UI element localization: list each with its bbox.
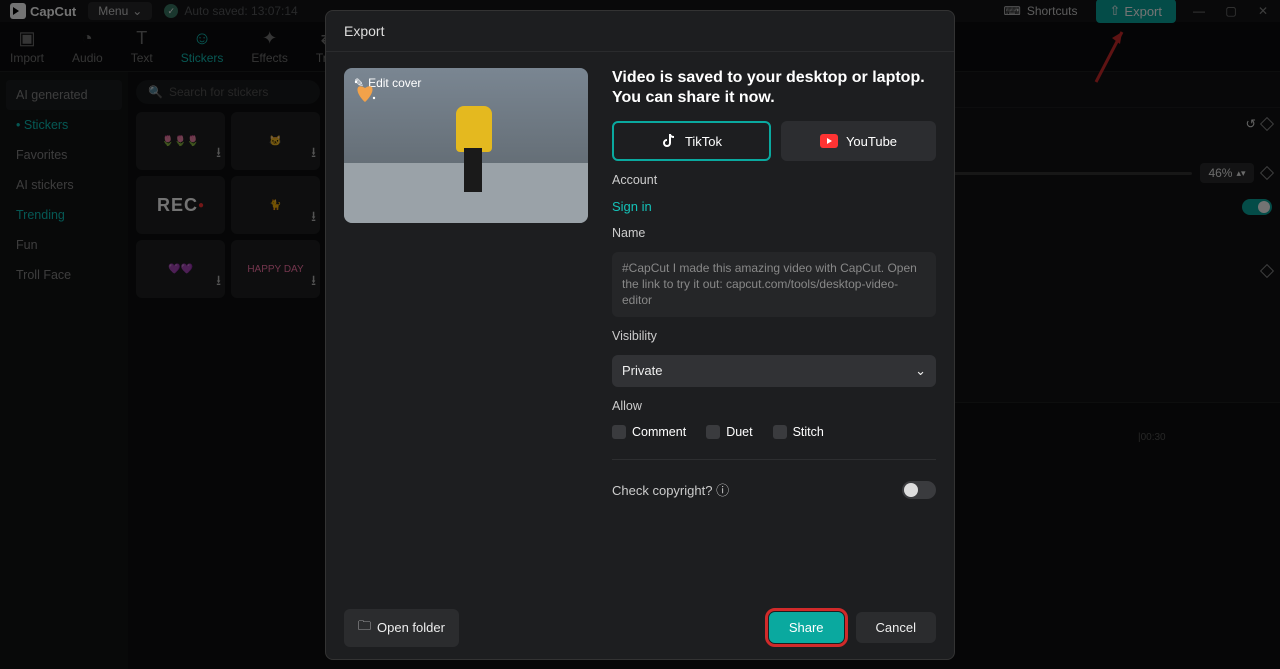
visibility-select[interactable]: Private ⌄: [612, 355, 936, 387]
allow-label: Allow: [612, 399, 936, 413]
youtube-icon: [820, 134, 838, 148]
cover-thumbnail[interactable]: ✎Edit cover: [344, 68, 588, 223]
cancel-button[interactable]: Cancel: [856, 612, 936, 643]
share-button[interactable]: Share: [769, 612, 844, 643]
visibility-label: Visibility: [612, 329, 936, 343]
export-modal: Export ✎Edit cover Video is saved to you…: [325, 10, 955, 660]
chevron-down-icon: ⌄: [915, 363, 926, 379]
allow-comment-checkbox[interactable]: Comment: [612, 425, 686, 440]
account-label: Account: [612, 173, 936, 187]
allow-duet-checkbox[interactable]: Duet: [706, 425, 752, 440]
folder-icon: 🗀: [358, 617, 371, 639]
tiktok-icon: [661, 133, 677, 149]
info-icon[interactable]: ⓘ: [716, 483, 729, 498]
share-tiktok-button[interactable]: TikTok: [612, 121, 771, 161]
modal-headline: Video is saved to your desktop or laptop…: [612, 68, 936, 110]
name-label: Name: [612, 226, 936, 240]
sign-in-link[interactable]: Sign in: [612, 199, 936, 214]
share-youtube-button[interactable]: YouTube: [781, 121, 936, 161]
heart-sticker-icon: [350, 76, 380, 106]
modal-title: Export: [326, 11, 954, 52]
check-copyright-toggle[interactable]: [902, 481, 936, 499]
allow-stitch-checkbox[interactable]: Stitch: [773, 425, 824, 440]
name-input[interactable]: #CapCut I made this amazing video with C…: [612, 252, 936, 317]
check-copyright-label: Check copyright? ⓘ: [612, 480, 729, 499]
open-folder-button[interactable]: 🗀 Open folder: [344, 609, 459, 647]
